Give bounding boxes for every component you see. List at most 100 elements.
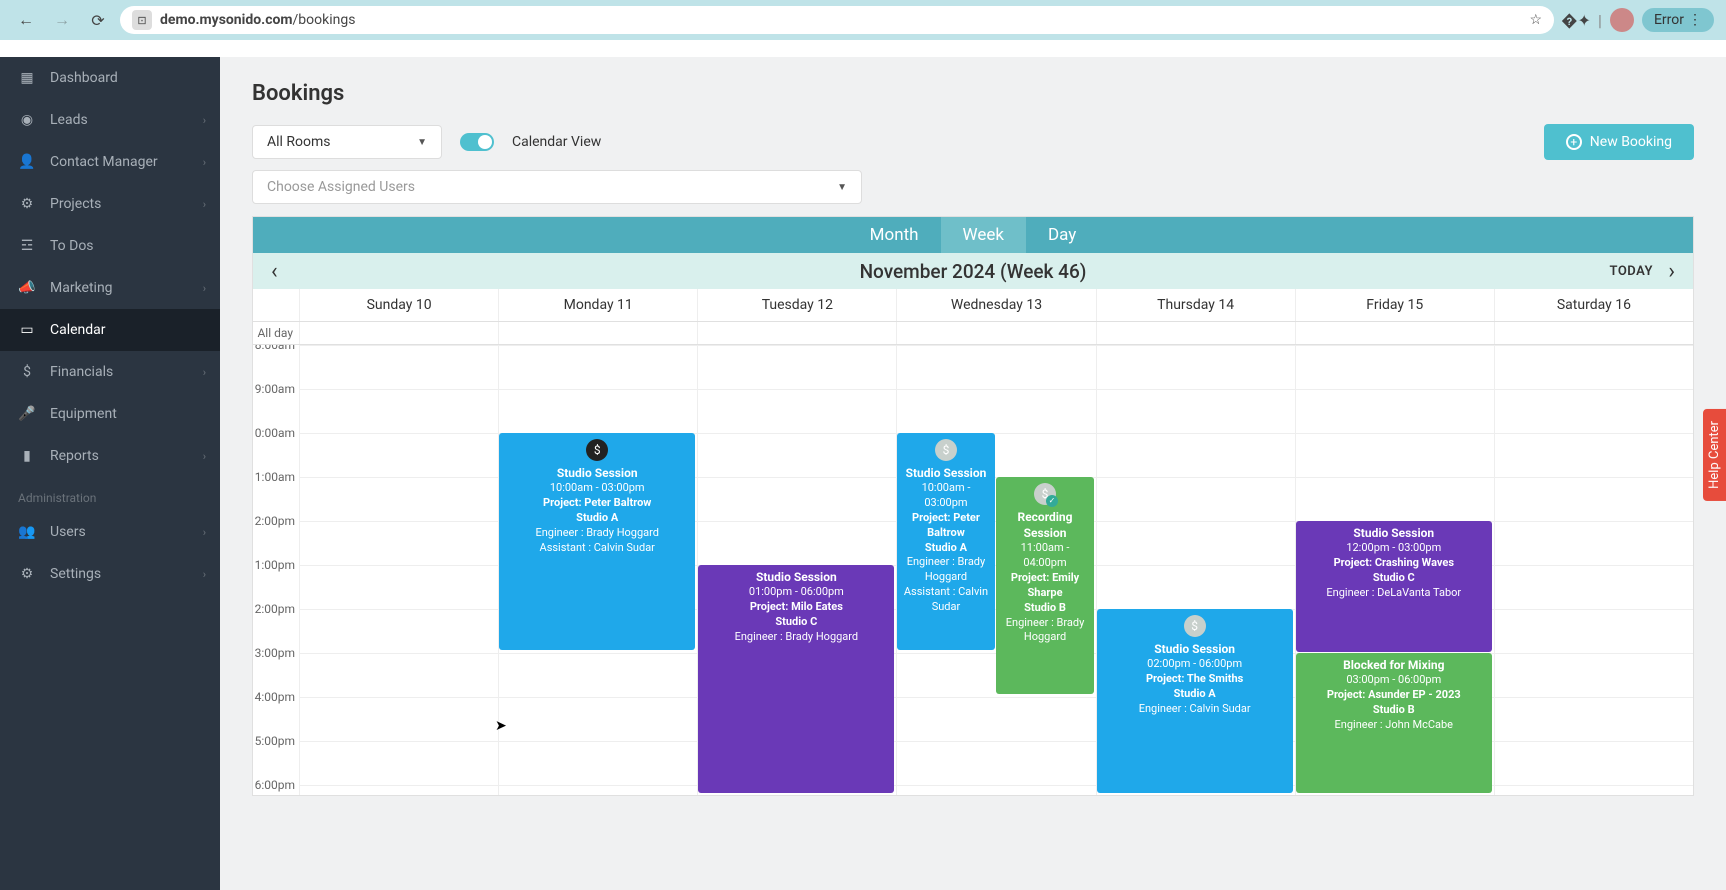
event-room: Studio B	[1302, 703, 1486, 718]
event-title: Recording Session	[1002, 509, 1087, 541]
room-filter-select[interactable]: All Rooms ▼	[252, 125, 442, 159]
sidebar-item-financials[interactable]: $Financials›	[0, 351, 220, 393]
event-detail: Engineer : Calvin Sudar	[1103, 702, 1287, 717]
chevron-down-icon: ▼	[837, 182, 847, 193]
allday-label: All day	[253, 322, 299, 344]
profile-avatar[interactable]	[1610, 8, 1634, 32]
view-tab-week[interactable]: Week	[941, 217, 1026, 253]
allday-cell[interactable]	[697, 322, 896, 344]
day-column[interactable]: $Studio Session10:00am - 03:00pmProject:…	[498, 345, 697, 795]
sidebar-item-projects[interactable]: ⚙Projects›	[0, 183, 220, 225]
page-title: Bookings	[252, 81, 1694, 106]
event-project: Project: Peter Baltrow	[505, 496, 689, 511]
event-title: Studio Session	[903, 465, 988, 481]
day-headers: Sunday 10Monday 11Tuesday 12Wednesday 13…	[253, 289, 1693, 322]
allday-cell[interactable]	[299, 322, 498, 344]
time-label: 12:00pm	[253, 514, 295, 528]
day-column[interactable]	[1494, 345, 1693, 795]
site-icon: ⊡	[132, 10, 152, 30]
event-project: Project: The Smiths	[1103, 672, 1287, 687]
event-detail: Engineer : John McCabe	[1302, 718, 1486, 733]
sidebar-item-marketing[interactable]: 📣Marketing›	[0, 267, 220, 309]
allday-cell[interactable]	[1096, 322, 1295, 344]
day-column[interactable]: $Studio Session10:00am - 03:00pmProject:…	[896, 345, 1095, 795]
dollar-icon: $	[586, 439, 608, 461]
star-icon[interactable]: ☆	[1529, 12, 1542, 28]
event-title: Blocked for Mixing	[1302, 657, 1486, 673]
allday-cell[interactable]	[1494, 322, 1693, 344]
day-header: Sunday 10	[299, 289, 498, 321]
extensions-icon[interactable]: �✦	[1562, 6, 1590, 34]
room-filter-value: All Rooms	[267, 134, 331, 150]
calendar-event[interactable]: Studio Session12:00pm - 03:00pmProject: …	[1296, 521, 1492, 652]
day-column[interactable]: Studio Session12:00pm - 03:00pmProject: …	[1295, 345, 1494, 795]
sidebar-item-settings[interactable]: ⚙Settings›	[0, 553, 220, 595]
sidebar-item-label: Dashboard	[50, 70, 118, 86]
sidebar-item-reports[interactable]: ▮Reports›	[0, 435, 220, 477]
view-tab-month[interactable]: Month	[848, 217, 941, 253]
view-tabs: MonthWeekDay	[253, 217, 1693, 253]
view-tab-day[interactable]: Day	[1026, 217, 1098, 253]
app-header-strip	[0, 40, 1726, 57]
forward-button[interactable]: →	[48, 6, 76, 34]
chevron-right-icon: ›	[203, 366, 206, 379]
allday-cell[interactable]	[896, 322, 1095, 344]
next-week-button[interactable]: ›	[1658, 259, 1685, 284]
sidebar-item-label: To Dos	[50, 238, 94, 254]
time-label: 5:00pm	[255, 734, 295, 748]
event-detail: Engineer : Brady Hoggard	[903, 555, 988, 585]
grid-icon: ▦	[18, 69, 36, 87]
prev-week-button[interactable]: ‹	[261, 259, 288, 284]
sidebar-item-contact-manager[interactable]: 👤Contact Manager›	[0, 141, 220, 183]
calendar-event[interactable]: $✓Recording Session11:00am - 04:00pmProj…	[996, 477, 1093, 694]
help-center-tab[interactable]: Help Center	[1703, 409, 1726, 501]
sidebar-item-to-dos[interactable]: ☲To Dos	[0, 225, 220, 267]
calendar-event[interactable]: Studio Session01:00pm - 06:00pmProject: …	[698, 565, 894, 793]
mic-icon: 🎤	[18, 405, 36, 423]
content-area: Bookings All Rooms ▼ Calendar View + New…	[220, 57, 1726, 890]
plus-circle-icon: +	[1566, 134, 1582, 150]
today-button[interactable]: TODAY	[1610, 264, 1654, 279]
sidebar-item-equipment[interactable]: 🎤Equipment	[0, 393, 220, 435]
sidebar-item-dashboard[interactable]: ▦ Dashboard	[0, 57, 220, 99]
assigned-users-select[interactable]: Choose Assigned Users ▼	[252, 170, 862, 204]
sidebar-item-label: Projects	[50, 196, 101, 212]
event-time: 11:00am - 04:00pm	[1002, 541, 1087, 571]
sidebar-item-calendar[interactable]: ▭Calendar	[0, 309, 220, 351]
event-room: Studio A	[903, 541, 988, 556]
day-column[interactable]	[299, 345, 498, 795]
url-path: /bookings	[293, 12, 356, 28]
sidebar-item-users[interactable]: 👥Users›	[0, 511, 220, 553]
new-booking-button[interactable]: + New Booking	[1544, 124, 1694, 160]
allday-cell[interactable]	[1295, 322, 1494, 344]
time-label: 8:00am	[255, 345, 295, 352]
error-chip[interactable]: Error⋮	[1642, 8, 1714, 32]
event-room: Studio C	[704, 615, 888, 630]
event-detail: Engineer : Brady Hoggard	[1002, 616, 1087, 646]
calendar-view-label: Calendar View	[512, 134, 601, 150]
reload-button[interactable]: ⟳	[84, 6, 112, 34]
calendar-view-toggle[interactable]	[460, 133, 494, 151]
calendar-event[interactable]: Blocked for Mixing03:00pm - 06:00pmProje…	[1296, 653, 1492, 793]
time-label: 4:00pm	[255, 690, 295, 704]
day-column[interactable]: $Studio Session02:00pm - 06:00pmProject:…	[1096, 345, 1295, 795]
allday-cell[interactable]	[498, 322, 697, 344]
sidebar-item-label: Settings	[50, 566, 101, 582]
sliders-icon: ⚙	[18, 195, 36, 213]
event-title: Studio Session	[1103, 641, 1287, 657]
sidebar: ▦ Dashboard ◉Leads›👤Contact Manager› ⚙ Proje…	[0, 57, 220, 890]
url-bar[interactable]: ⊡ demo.mysonido.com/bookings ☆	[120, 6, 1554, 34]
assigned-users-placeholder: Choose Assigned Users	[267, 179, 415, 195]
event-detail: Engineer : DeLaVanta Tabor	[1302, 586, 1486, 601]
time-label: 2:00pm	[255, 602, 295, 616]
calendar-event[interactable]: $Studio Session10:00am - 03:00pmProject:…	[897, 433, 994, 650]
back-button[interactable]: ←	[12, 6, 40, 34]
day-column[interactable]: Studio Session01:00pm - 06:00pmProject: …	[697, 345, 896, 795]
contact-icon: 👤	[18, 153, 36, 171]
event-time: 10:00am - 03:00pm	[505, 481, 689, 496]
calendar-event[interactable]: $Studio Session02:00pm - 06:00pmProject:…	[1097, 609, 1293, 793]
sidebar-item-leads[interactable]: ◉Leads›	[0, 99, 220, 141]
calendar-event[interactable]: $Studio Session10:00am - 03:00pmProject:…	[499, 433, 695, 650]
event-room: Studio B	[1002, 601, 1087, 616]
event-project: Project: Emily Sharpe	[1002, 571, 1087, 601]
